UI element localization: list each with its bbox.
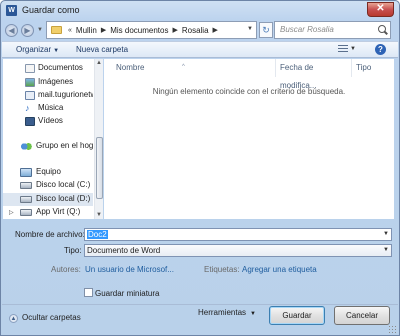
close-button[interactable]: ✕ [367, 2, 394, 17]
nav-item-imagenes[interactable]: Imágenes [3, 76, 93, 89]
nav-item-label: Documentos [38, 63, 83, 72]
nav-item-homegroup[interactable]: Grupo en el hogar [3, 140, 93, 153]
type-select[interactable]: Documento de Word ▼ [84, 244, 392, 257]
organize-menu[interactable]: Organizar ▼ [16, 45, 59, 54]
empty-list-message: Ningún elemento coincide con el criterio… [152, 87, 346, 96]
tags-label: Etiquetas: [204, 265, 240, 274]
music-icon: ♪ [25, 104, 35, 113]
mail-folder-icon [25, 91, 35, 100]
new-folder-button[interactable]: Nueva carpeta [76, 45, 128, 54]
nav-scrollbar[interactable]: ▲ ▼ [94, 59, 103, 219]
nav-item-label: mail.tugurionetw [38, 90, 93, 99]
add-tag-link[interactable]: Agregar una etiqueta [242, 265, 317, 274]
sort-indicator-icon: ^ [182, 64, 185, 70]
search-placeholder: Buscar Rosalia [280, 25, 334, 34]
nav-item-equipo[interactable]: Equipo [3, 166, 93, 179]
filename-label: Nombre de archivo: [15, 230, 85, 239]
forward-button[interactable]: ▶ [21, 24, 34, 37]
homegroup-icon [20, 142, 32, 151]
command-bar: Organizar ▼ Nueva carpeta ▼ ? [2, 41, 398, 58]
title-bar: W Guardar como ✕ [1, 1, 399, 21]
nav-item-mail-folder[interactable]: mail.tugurionetw [3, 89, 93, 102]
type-label: Tipo: [64, 246, 82, 255]
tools-menu[interactable]: Herramientas ▼ [198, 308, 256, 317]
computer-icon [20, 168, 32, 177]
tools-label: Herramientas [198, 308, 247, 317]
resize-grip-icon[interactable] [388, 325, 396, 333]
chevron-down-icon: ▼ [53, 48, 60, 54]
expand-icon[interactable]: ▷ [9, 209, 14, 216]
nav-item-disco-c[interactable]: Disco local (C:) [3, 179, 93, 192]
documents-icon [25, 64, 35, 73]
breadcrumb-mullin[interactable]: Mullin [76, 26, 97, 35]
nav-item-musica[interactable]: ♪ Música [3, 102, 93, 115]
breadcrumb-mis-documentos[interactable]: Mis documentos [110, 26, 168, 35]
cancel-button[interactable]: Cancelar [334, 306, 390, 325]
drive-c-icon [20, 182, 32, 189]
column-header-label: Nombre [116, 63, 145, 72]
view-dropdown-icon[interactable]: ▼ [350, 46, 356, 52]
address-dropdown-icon[interactable]: ▼ [247, 26, 253, 32]
breadcrumb-overflow[interactable]: « [68, 27, 72, 34]
nav-item-disco-d[interactable]: Disco local (D:) [3, 193, 93, 206]
hide-folders-button[interactable]: ▲ Ocultar carpetas [9, 313, 81, 323]
nav-item-label: Música [38, 103, 64, 112]
address-bar[interactable]: « Mullin ▶ Mis documentos ▶ Rosalia ▶ ▼ [46, 21, 257, 39]
hide-folders-label: Ocultar carpetas [22, 313, 81, 322]
nav-item-label: Disco local (C:) [36, 180, 91, 189]
column-header-date[interactable]: Fecha de modifica... [276, 59, 352, 90]
recent-pages-dropdown[interactable]: ▼ [37, 27, 43, 33]
scroll-up-icon[interactable]: ▲ [96, 60, 102, 66]
filename-value: Doc2 [87, 230, 108, 239]
nav-item-label: Disco local (D:) [36, 194, 91, 203]
chevron-up-icon: ▲ [9, 314, 18, 323]
navigation-pane: Documentos Imágenes mail.tugurionetw ♪ M… [3, 59, 103, 219]
save-button[interactable]: Guardar [269, 306, 325, 325]
nav-item-documentos[interactable]: Documentos [3, 62, 93, 75]
type-dropdown-icon[interactable]: ▼ [383, 245, 389, 256]
nav-item-label: Imágenes [38, 77, 74, 86]
pictures-icon [25, 78, 35, 87]
nav-item-label: Equipo [36, 167, 61, 176]
scrollbar-thumb[interactable] [96, 137, 103, 199]
folder-icon [51, 26, 62, 34]
drive-d-icon [20, 196, 32, 203]
help-icon[interactable]: ? [375, 44, 386, 55]
chevron-down-icon: ▼ [250, 311, 256, 317]
refresh-button[interactable]: ↻ [259, 22, 273, 38]
drive-q-icon [20, 209, 32, 216]
footer-divider [2, 304, 398, 305]
filename-dropdown-icon[interactable]: ▼ [383, 229, 389, 240]
column-header-type[interactable]: Tipo [352, 59, 394, 77]
nav-item-videos[interactable]: Vídeos [3, 115, 93, 128]
search-icon[interactable] [378, 25, 386, 33]
window-title: Guardar como [22, 5, 80, 15]
organize-label: Organizar [16, 45, 52, 54]
nav-item-app-virt[interactable]: ▷ App Virt (Q:) [3, 206, 93, 219]
breadcrumb-separator-icon[interactable]: ▶ [213, 26, 218, 34]
view-options-icon[interactable] [338, 45, 348, 54]
word-app-icon: W [6, 5, 17, 16]
search-input[interactable]: Buscar Rosalia [274, 21, 391, 39]
scroll-down-icon[interactable]: ▼ [96, 212, 102, 218]
authors-value[interactable]: Un usuario de Microsof... [85, 265, 174, 274]
file-list[interactable]: Nombre ^ Fecha de modifica... Tipo Ningú… [104, 59, 394, 219]
type-value: Documento de Word [87, 246, 161, 255]
videos-icon [25, 117, 35, 126]
filename-input[interactable]: Doc2 ▼ [84, 228, 392, 241]
nav-item-label: Grupo en el hogar [36, 141, 93, 150]
save-as-dialog: W Guardar como ✕ ◀ ▶ ▼ « Mullin ▶ Mis do… [0, 0, 400, 336]
nav-item-label: App Virt (Q:) [36, 207, 81, 216]
column-header-name[interactable]: Nombre ^ [104, 59, 276, 77]
back-button[interactable]: ◀ [5, 24, 18, 37]
breadcrumb-separator-icon[interactable]: ▶ [172, 26, 177, 34]
breadcrumb-separator-icon[interactable]: ▶ [101, 26, 106, 34]
breadcrumb-rosalia[interactable]: Rosalia [182, 26, 209, 35]
authors-label: Autores: [51, 265, 81, 274]
save-thumbnail-checkbox[interactable] [84, 288, 93, 297]
nav-item-label: Vídeos [38, 116, 63, 125]
save-thumbnail-label[interactable]: Guardar miniatura [95, 289, 159, 298]
